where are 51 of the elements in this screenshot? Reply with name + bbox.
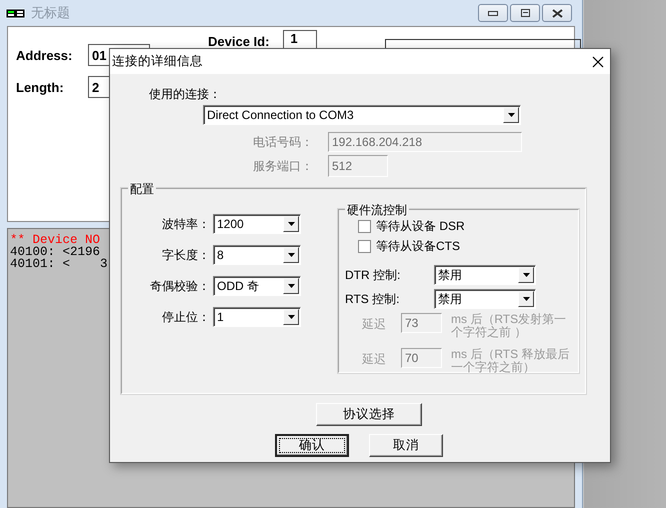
console-line: 40101: < 3 (10, 258, 108, 270)
setting-dropdown[interactable]: 1200 (213, 214, 301, 234)
caret-icon (288, 284, 294, 288)
checkbox[interactable] (358, 220, 371, 233)
field-label: Length: (16, 80, 65, 94)
delay-note: ms 后（RTS发射第一个字符之前 ） (451, 313, 568, 339)
setting-dropdown[interactable]: ODD 奇 (213, 276, 301, 296)
caret-icon (508, 113, 514, 117)
connection-dropdown[interactable]: Direct Connection to COM3 (203, 105, 521, 125)
caret-icon (288, 253, 294, 257)
caret-icon (522, 273, 530, 277)
close-icon (552, 8, 562, 18)
checkbox[interactable] (358, 240, 371, 253)
delay-label: 延迟 (361, 316, 387, 333)
maximize-button[interactable] (510, 4, 540, 22)
control-dropdown[interactable]: 禁用 (434, 265, 536, 285)
checkbox-label: 等待从设备 DSR (376, 218, 465, 235)
dialog-button[interactable]: 取消 (369, 434, 443, 457)
setting-label: 停止位： (161, 308, 210, 326)
maximize-icon (520, 9, 530, 17)
console-line: 40100: <2196 (10, 246, 100, 258)
caret-icon (288, 315, 294, 319)
minimize-button[interactable] (478, 4, 508, 22)
window-title: 无标题 (31, 4, 70, 22)
group-title: 配置 (128, 181, 156, 198)
control-label: DTR 控制: (345, 266, 402, 284)
setting-dropdown[interactable]: 8 (213, 245, 301, 265)
delay-label: 延迟 (361, 351, 387, 368)
control-label: RTS 控制: (345, 290, 400, 308)
caret-icon (522, 297, 530, 301)
setting-label: 波特率： (161, 216, 210, 232)
close-icon (592, 56, 604, 68)
protocol-button[interactable]: 协议选择 (316, 403, 422, 426)
dialog-button[interactable]: 确认 (275, 434, 349, 457)
control-dropdown[interactable]: 禁用 (434, 289, 536, 309)
checkbox-label: 等待从设备CTS (376, 238, 460, 255)
device-id-label: Device Id: (208, 34, 270, 49)
setting-dropdown[interactable]: 1 (213, 307, 301, 327)
field-label: 服务端口： (252, 158, 313, 174)
console-line: ** Device NO (10, 234, 100, 246)
close-button[interactable] (542, 4, 572, 22)
setting-label: 奇偶校验： (149, 278, 210, 294)
field-label: Address: (16, 48, 74, 62)
close-button[interactable] (592, 56, 604, 68)
connection-label: 使用的连接： (149, 86, 221, 103)
group-title: 硬件流控制 (345, 202, 409, 219)
setting-label: 字长度： (161, 246, 210, 264)
delay-note: ms 后（RTS 释放最后一个字符之前） (451, 348, 570, 374)
field-label: 电话号码： (252, 134, 313, 150)
app-icon (6, 8, 25, 18)
minimize-icon (488, 10, 498, 16)
